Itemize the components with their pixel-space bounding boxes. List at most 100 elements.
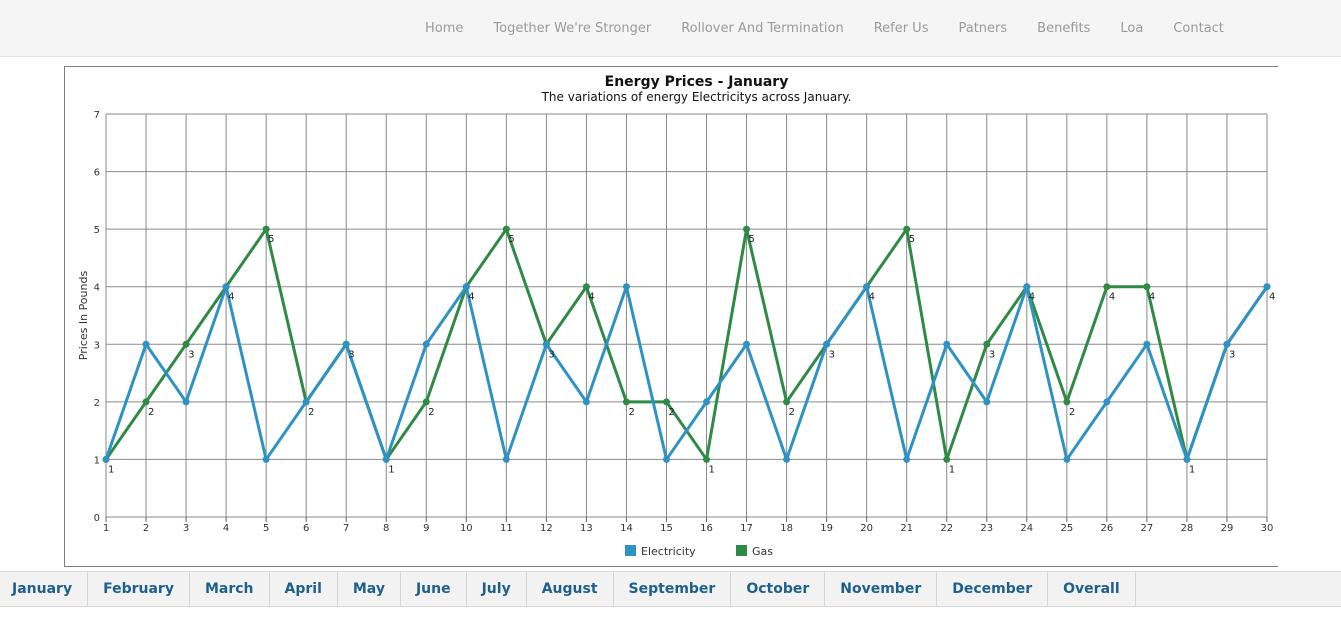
chart-container: Energy Prices - January The variations of… — [64, 66, 1278, 567]
x-tick-label: 21 — [900, 523, 913, 534]
y-tick-label: 7 — [94, 110, 100, 121]
x-tick-label: 19 — [820, 523, 833, 534]
x-tick-label: 16 — [700, 523, 713, 534]
main-nav: Home Together We're Stronger Rollover An… — [410, 0, 1239, 56]
data-point-electricity — [462, 283, 470, 291]
data-point-gas — [142, 398, 150, 406]
data-label: 2 — [148, 407, 154, 418]
tab-july[interactable]: July — [467, 572, 527, 606]
data-label: 2 — [628, 407, 634, 418]
month-tabs: January February March April May June Ju… — [0, 571, 1341, 607]
data-point-electricity — [422, 340, 430, 348]
y-tick-label: 4 — [94, 283, 100, 294]
tab-november[interactable]: November — [825, 572, 938, 606]
x-tick-label: 11 — [500, 523, 513, 534]
tab-december[interactable]: December — [937, 572, 1049, 606]
data-point-gas — [983, 340, 991, 348]
nav-benefits-link[interactable]: Benefits — [1037, 21, 1090, 36]
data-point-electricity — [1063, 455, 1071, 463]
data-label: 3 — [829, 349, 835, 360]
tab-overall[interactable]: Overall — [1048, 572, 1136, 606]
tab-february[interactable]: February — [88, 572, 190, 606]
nav-refer-link[interactable]: Refer Us — [874, 21, 929, 36]
y-axis-label: Prices In Pounds — [77, 271, 90, 361]
x-tick-label: 25 — [1060, 523, 1073, 534]
data-point-electricity — [542, 340, 550, 348]
data-point-electricity — [783, 455, 791, 463]
x-tick-label: 3 — [183, 523, 189, 534]
data-point-electricity — [743, 340, 751, 348]
energy-price-chart: Energy Prices - JanuaryThe variations of… — [77, 74, 1275, 558]
x-tick-label: 26 — [1100, 523, 1113, 534]
data-label: 5 — [508, 234, 514, 245]
data-label: 2 — [1069, 407, 1075, 418]
nav-home-link[interactable]: Home — [425, 21, 463, 36]
data-label: 1 — [388, 464, 394, 475]
y-tick-label: 5 — [94, 225, 100, 236]
tab-october[interactable]: October — [731, 572, 826, 606]
tab-june[interactable]: June — [401, 572, 467, 606]
data-point-electricity — [622, 283, 630, 291]
x-tick-label: 5 — [263, 523, 269, 534]
tab-may[interactable]: May — [338, 572, 401, 606]
y-tick-label: 2 — [94, 398, 100, 409]
data-label: 2 — [308, 407, 314, 418]
data-point-electricity — [182, 398, 190, 406]
tab-april[interactable]: April — [270, 572, 338, 606]
x-tick-label: 1 — [103, 523, 109, 534]
data-point-electricity — [863, 283, 871, 291]
data-point-gas — [783, 398, 791, 406]
x-tick-label: 2 — [143, 523, 149, 534]
tab-august[interactable]: August — [527, 572, 614, 606]
x-tick-label: 14 — [620, 523, 633, 534]
data-point-electricity — [1263, 283, 1271, 291]
data-label: 3 — [989, 349, 995, 360]
tab-september[interactable]: September — [614, 572, 732, 606]
data-label: 4 — [468, 292, 474, 303]
data-point-electricity — [983, 398, 991, 406]
x-tick-label: 29 — [1221, 523, 1234, 534]
data-point-gas — [502, 225, 510, 233]
data-point-gas — [943, 455, 951, 463]
x-tick-label: 30 — [1261, 523, 1274, 534]
x-tick-label: 20 — [860, 523, 873, 534]
x-tick-label: 13 — [580, 523, 593, 534]
data-label: 2 — [789, 407, 795, 418]
x-tick-label: 8 — [383, 523, 389, 534]
data-point-electricity — [382, 455, 390, 463]
data-point-electricity — [703, 398, 711, 406]
data-point-gas — [703, 455, 711, 463]
data-point-electricity — [142, 340, 150, 348]
nav-contact-link[interactable]: Contact — [1173, 21, 1224, 36]
x-tick-label: 24 — [1020, 523, 1033, 534]
data-label: 4 — [1269, 292, 1275, 303]
data-label: 1 — [709, 464, 715, 475]
data-label: 4 — [869, 292, 875, 303]
data-point-gas — [182, 340, 190, 348]
y-tick-label: 3 — [94, 340, 100, 351]
data-point-gas — [262, 225, 270, 233]
nav-together-link[interactable]: Together We're Stronger — [493, 21, 651, 36]
tab-january[interactable]: January — [0, 572, 89, 606]
y-tick-label: 1 — [94, 455, 100, 466]
legend-label-electricity: Electricity — [641, 545, 696, 558]
data-point-electricity — [1223, 340, 1231, 348]
y-tick-label: 0 — [94, 513, 100, 524]
data-point-gas — [1063, 398, 1071, 406]
nav-rollover-link[interactable]: Rollover And Termination — [681, 21, 844, 36]
x-tick-label: 17 — [740, 523, 753, 534]
data-point-electricity — [1143, 340, 1151, 348]
nav-loa-link[interactable]: Loa — [1120, 21, 1143, 36]
data-point-electricity — [262, 455, 270, 463]
data-label: 3 — [548, 349, 554, 360]
data-label: 1 — [949, 464, 955, 475]
data-point-electricity — [662, 455, 670, 463]
data-label: 5 — [909, 234, 915, 245]
data-label: 2 — [428, 407, 434, 418]
tab-march[interactable]: March — [190, 572, 270, 606]
data-label: 3 — [1229, 349, 1235, 360]
series-line-electricity — [104, 285, 1269, 461]
legend-swatch-gas — [736, 545, 747, 556]
data-point-electricity — [502, 455, 510, 463]
nav-partners-link[interactable]: Patners — [958, 21, 1007, 36]
